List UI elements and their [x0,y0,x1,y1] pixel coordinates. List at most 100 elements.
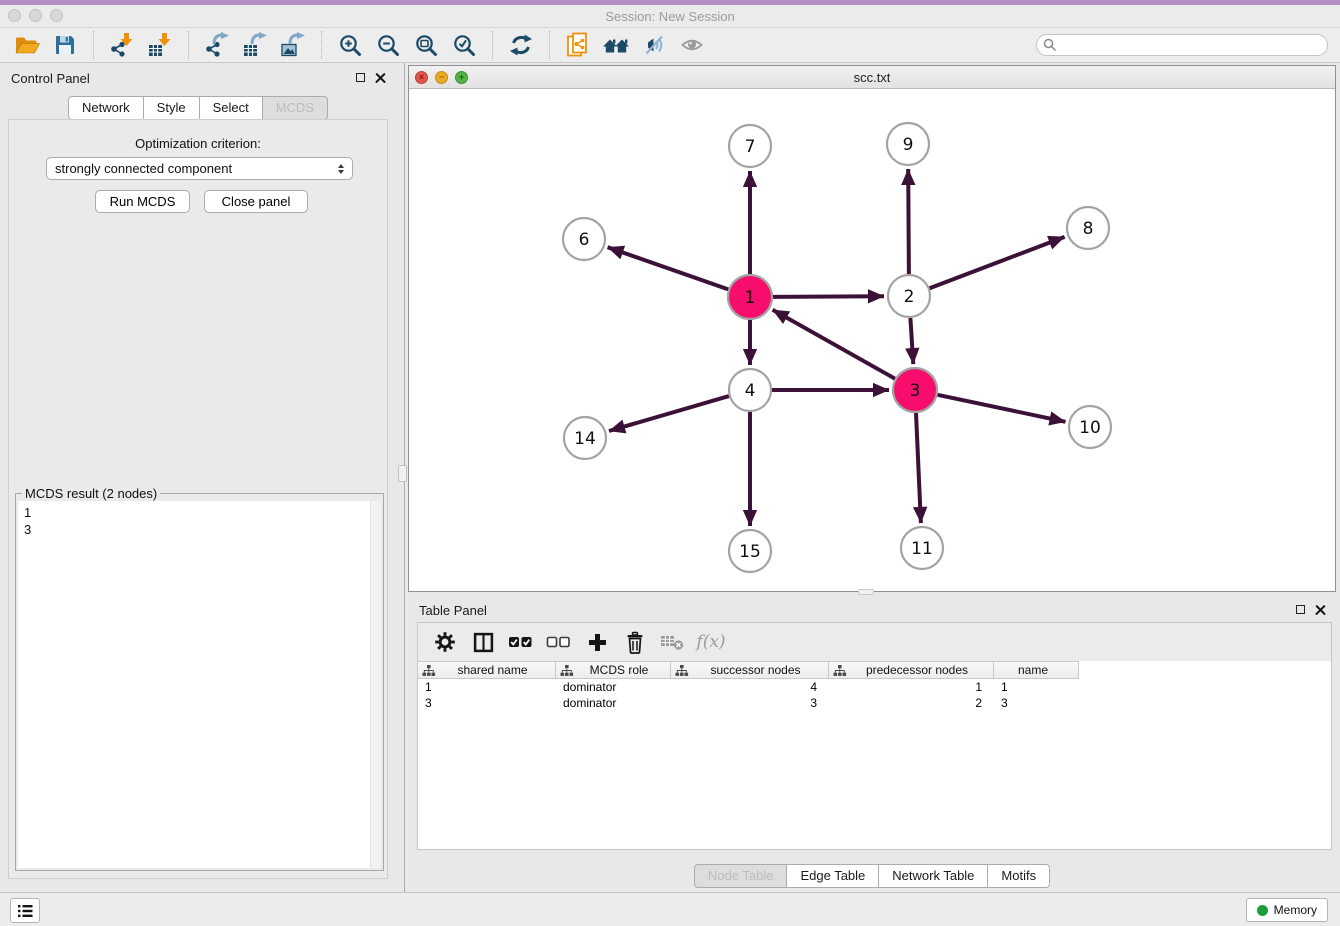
unselect-all-columns-button[interactable] [542,627,576,657]
open-session-button[interactable] [8,30,46,60]
column-label: name [994,663,1078,677]
save-floppy-icon [53,33,77,57]
gear-icon [435,632,455,652]
control-panel: Control Panel Network Style Select MCDS … [0,63,396,892]
import-table-icon [147,32,174,58]
graph-node-label-8: 8 [1083,219,1094,239]
export-table-button[interactable] [236,30,274,60]
tab-select[interactable]: Select [199,96,263,120]
search-input[interactable] [1036,34,1328,56]
split-panel-icon [473,632,494,653]
status-bar: Memory [0,892,1340,926]
column-header-shared-name[interactable]: shared name [418,661,556,679]
graph-edge-3-11[interactable] [916,413,921,523]
import-network-button[interactable] [103,30,141,60]
cell-shared-name[interactable]: 1 [418,679,556,695]
task-history-button[interactable] [10,898,40,923]
save-session-button[interactable] [46,30,84,60]
graph-node-label-11: 11 [911,539,933,559]
run-mcds-button[interactable]: Run MCDS [95,190,190,213]
graph-edge-3-1[interactable] [773,310,895,379]
tab-style[interactable]: Style [143,96,200,120]
import-table-button[interactable] [141,30,179,60]
network-view-window: × − + scc.txt 7968124314101511 [408,65,1336,592]
memory-button[interactable]: Memory [1246,898,1328,922]
delete-table-button[interactable] [656,627,690,657]
criterion-value: strongly connected component [55,161,232,176]
tab-edge-table[interactable]: Edge Table [786,864,879,888]
network-window-title: scc.txt [409,70,1335,85]
column-header-name[interactable]: name [994,661,1079,679]
delete-columns-button[interactable] [618,627,652,657]
cell-predecessor-nodes[interactable]: 1 [829,679,994,695]
graph-edge-2-8[interactable] [930,237,1065,288]
criterion-select[interactable]: strongly connected component [46,157,353,180]
network-canvas[interactable]: 7968124314101511 [409,89,1335,591]
cell-predecessor-nodes[interactable]: 2 [829,695,994,711]
cell-successor-nodes[interactable]: 4 [671,679,829,695]
optimization-criterion-label: Optimization criterion: [9,136,387,151]
graph-edge-2-9[interactable] [908,169,909,274]
tab-mcds[interactable]: MCDS [262,96,328,120]
float-panel-icon[interactable] [356,73,365,82]
open-folder-icon [14,33,40,57]
refresh-icon [508,33,534,57]
column-header-successor-nodes[interactable]: successor nodes [671,661,829,679]
graph-edge-1-2[interactable] [773,296,884,297]
close-panel-button[interactable]: Close panel [204,190,308,213]
select-all-columns-button[interactable] [504,627,538,657]
birds-eye-view-button[interactable] [673,30,711,60]
tab-network-table[interactable]: Network Table [878,864,988,888]
zoom-fit-content-button[interactable] [407,30,445,60]
split-panel-button[interactable] [466,627,500,657]
mcds-result-values: 1 3 [18,501,381,541]
graph-node-label-15: 15 [739,542,761,562]
refresh-view-button[interactable] [502,30,540,60]
function-builder-icon: f(x) [696,632,725,652]
search-field-wrap [1036,34,1328,56]
new-network-from-selection-button[interactable] [559,30,597,60]
column-tree-icon [675,664,689,677]
cell-successor-nodes[interactable]: 3 [671,695,829,711]
cell-name[interactable]: 1 [994,679,1079,695]
tab-node-table[interactable]: Node Table [694,864,788,888]
table-settings-button[interactable] [428,627,462,657]
cell-shared-name[interactable]: 3 [418,695,556,711]
export-image-button[interactable] [274,30,312,60]
zoom-out-button[interactable] [369,30,407,60]
node-table: shared name MCDS role successor nodes pr… [418,661,1331,711]
column-header-predecessor-nodes[interactable]: predecessor nodes [829,661,994,679]
zoom-out-icon [376,33,400,57]
result-scrollbar[interactable] [370,501,381,868]
table-panel-title: Table Panel [419,603,487,618]
table-row[interactable]: 3 dominator 3 2 3 [418,695,1331,711]
close-panel-icon[interactable] [375,72,386,83]
home-button[interactable] [597,30,635,60]
tab-network[interactable]: Network [68,96,144,120]
zoom-selected-button[interactable] [445,30,483,60]
graph-edge-1-6[interactable] [608,247,729,289]
export-network-button[interactable] [198,30,236,60]
zoom-in-button[interactable] [331,30,369,60]
float-panel-icon[interactable] [1296,605,1305,614]
close-panel-icon[interactable] [1315,604,1326,615]
graph-edge-3-10[interactable] [938,395,1066,422]
app-titlebar: Session: New Session [0,5,1340,28]
column-header-mcds-role[interactable]: MCDS role [556,661,671,679]
tab-motifs[interactable]: Motifs [987,864,1050,888]
cell-mcds-role[interactable]: dominator [556,695,671,711]
graphics-details-button[interactable] [635,30,673,60]
create-column-button[interactable] [580,627,614,657]
mcds-result-area[interactable]: 1 3 [18,501,381,868]
zoom-fit-icon [414,33,438,57]
table-row[interactable]: 1 dominator 4 1 1 [418,679,1331,695]
cell-mcds-role[interactable]: dominator [556,679,671,695]
toolbar-separator [492,31,493,59]
graph-edge-2-3[interactable] [910,318,913,364]
function-builder-button[interactable]: f(x) [694,627,728,657]
network-graph[interactable]: 7968124314101511 [409,89,1335,591]
window-title: Session: New Session [0,9,1340,24]
graph-edge-4-14[interactable] [609,396,729,431]
cell-name[interactable]: 3 [994,695,1079,711]
panel-divider-grip[interactable] [398,465,407,482]
